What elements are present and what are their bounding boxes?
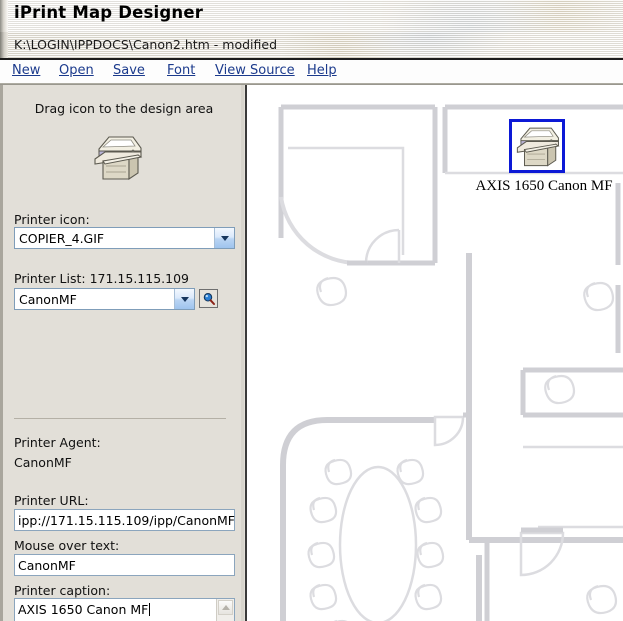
- placed-printer-icon[interactable]: [509, 119, 565, 173]
- pathband-left-edge: [0, 32, 8, 58]
- printer-agent-value: CanonMF: [14, 455, 72, 470]
- printer-caption-value: AXIS 1650 Canon MF: [18, 602, 151, 617]
- printer-caption-label: Printer caption:: [14, 583, 111, 598]
- menu-save[interactable]: Save: [113, 63, 145, 78]
- menu-help[interactable]: Help: [307, 63, 337, 78]
- magnifier-icon: [203, 292, 215, 305]
- drag-hint-label: Drag icon to the design area: [34, 101, 214, 116]
- menu-view-source[interactable]: View Source: [215, 63, 295, 78]
- header-left-edge: [0, 0, 8, 32]
- printer-search-button[interactable]: [199, 289, 218, 308]
- copier-printer-icon[interactable]: [89, 131, 145, 183]
- file-path-status: K:\LOGIN\IPPDOCS\Canon2.htm - modified: [14, 37, 278, 52]
- printer-list-label: Printer List: 171.15.115.109: [14, 271, 189, 286]
- printer-agent-label: Printer Agent:: [14, 435, 101, 450]
- menu-open[interactable]: Open: [59, 63, 94, 78]
- caption-scrollbar[interactable]: [216, 599, 234, 621]
- iprint-map-designer-window: iPrint Map Designer K:\LOGIN\IPPDOCS\Can…: [0, 0, 623, 621]
- menu-new[interactable]: New: [12, 63, 40, 78]
- printer-caption-textarea[interactable]: AXIS 1650 Canon MF: [14, 598, 235, 621]
- printer-list-select[interactable]: CanonMF: [14, 288, 195, 310]
- mouse-over-text-value: CanonMF: [18, 558, 76, 573]
- printer-caption-text: AXIS 1650 Canon MF: [18, 602, 149, 617]
- printer-icon-label: Printer icon:: [14, 212, 90, 227]
- app-title: iPrint Map Designer: [14, 3, 204, 22]
- panel-divider-rule: [14, 418, 226, 419]
- mouse-over-text-input[interactable]: CanonMF: [14, 554, 235, 576]
- placed-printer-caption: AXIS 1650 Canon MF: [475, 178, 613, 194]
- panel-edge-light: [241, 85, 244, 621]
- printer-list-value: CanonMF: [19, 292, 77, 307]
- app-header: iPrint Map Designer: [0, 0, 623, 32]
- chevron-down-icon[interactable]: [174, 289, 194, 309]
- file-path-band: K:\LOGIN\IPPDOCS\Canon2.htm - modified: [0, 32, 623, 58]
- printer-icon-select[interactable]: COPIER_4.GIF: [14, 227, 235, 249]
- chevron-down-icon[interactable]: [214, 228, 234, 248]
- mouse-over-text-label: Mouse over text:: [14, 538, 120, 553]
- office-floor-plan: [278, 104, 623, 621]
- design-area[interactable]: AXIS 1650 Canon MF: [247, 85, 623, 621]
- printer-url-value: ipp://171.15.115.109/ipp/CanonMF: [18, 513, 235, 528]
- properties-panel: Drag icon to the design area Printer ico…: [0, 85, 245, 621]
- printer-icon-value: COPIER_4.GIF: [19, 231, 105, 246]
- menu-bar: New Open Save Font View Source Help: [0, 60, 623, 83]
- scroll-up-icon[interactable]: [218, 600, 233, 615]
- printer-url-input[interactable]: ipp://171.15.115.109/ipp/CanonMF: [14, 509, 235, 531]
- text-caret: [149, 603, 151, 616]
- printer-url-label: Printer URL:: [14, 493, 89, 508]
- menu-font[interactable]: Font: [167, 63, 195, 78]
